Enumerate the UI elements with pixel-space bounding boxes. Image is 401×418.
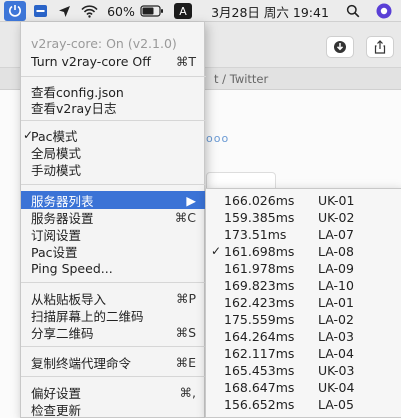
menu-item-manual-mode[interactable]: 手动模式 xyxy=(21,160,206,178)
server-name: UK-01 xyxy=(318,192,355,208)
server-name: LA-04 xyxy=(318,345,354,361)
server-name: UK-02 xyxy=(318,209,355,225)
server-latency: 156.652ms xyxy=(224,396,295,412)
menu-divider xyxy=(21,282,206,283)
battery-percentage: 60% xyxy=(107,3,135,19)
share-qr-shortcut: ⌘S xyxy=(175,324,196,340)
submenu-arrow-icon: ▶ xyxy=(186,192,196,208)
check-update-label: 检查更新 xyxy=(31,402,82,418)
menu-item-view-log[interactable]: 查看v2ray日志 xyxy=(21,98,206,116)
server-item[interactable]: 169.823ms LA-10 xyxy=(206,277,401,293)
manual-mode-label: 手动模式 xyxy=(31,162,82,178)
server-latency: 162.423ms xyxy=(224,294,295,310)
download-button[interactable] xyxy=(326,36,354,58)
server-item[interactable]: 161.978ms LA-09 xyxy=(206,260,401,276)
server-item[interactable]: 159.385ms UK-02 xyxy=(206,209,401,225)
menu-item-copy-proxy[interactable]: 复制终端代理命令 ⌘E xyxy=(21,353,206,371)
server-item[interactable]: 165.453ms UK-03 xyxy=(206,362,401,378)
menu-item-import-clipboard[interactable]: 从粘贴板导入 ⌘P xyxy=(21,289,206,307)
menu-item-status: v2ray-core: On (v2.1.0) xyxy=(21,34,206,52)
page-dots: ooo xyxy=(206,132,230,145)
server-list-submenu: 166.026ms UK-01 159.385ms UK-02 173.51ms… xyxy=(205,188,401,418)
share-icon xyxy=(374,40,386,54)
menu-divider xyxy=(21,76,206,77)
menu-divider xyxy=(21,346,206,347)
server-latency: 166.026ms xyxy=(224,192,295,208)
server-latency: 169.823ms xyxy=(224,277,295,293)
server-name: LA-02 xyxy=(318,311,354,327)
wifi-icon[interactable] xyxy=(78,0,100,22)
server-item-selected[interactable]: ✓ 161.698ms LA-08 xyxy=(206,243,401,259)
share-qr-label: 分享二维码 xyxy=(31,325,94,341)
server-latency: 162.117ms xyxy=(224,345,295,361)
share-button[interactable] xyxy=(366,36,394,58)
menu-divider xyxy=(21,120,206,121)
menu-item-pac-settings[interactable]: Pac设置 xyxy=(21,242,206,260)
v2ray-status-icon[interactable] xyxy=(4,1,26,21)
menu-item-global-mode[interactable]: 全局模式 xyxy=(21,143,206,161)
server-latency: 173.51ms xyxy=(224,226,287,242)
control-center-icon[interactable] xyxy=(372,0,396,22)
menu-item-scan-qr[interactable]: 扫描屏幕上的二维码 xyxy=(21,306,206,324)
server-name: UK-04 xyxy=(318,379,355,395)
location-arrow-icon[interactable] xyxy=(54,0,74,22)
preferences-shortcut: ⌘, xyxy=(179,384,196,400)
server-name: LA-07 xyxy=(318,226,354,242)
menu-item-ping-speed[interactable]: Ping Speed... xyxy=(21,259,206,277)
copy-proxy-label: 复制终端代理命令 xyxy=(31,355,132,371)
status-label: v2ray-core: On (v2.1.0) xyxy=(31,35,177,51)
server-item[interactable]: 168.647ms UK-04 xyxy=(206,379,401,395)
server-latency: 161.698ms xyxy=(224,243,295,259)
menu-item-preferences[interactable]: 偏好设置 ⌘, xyxy=(21,383,206,401)
ping-speed-label: Ping Speed... xyxy=(31,260,113,276)
menu-item-share-qr[interactable]: 分享二维码 ⌘S xyxy=(21,323,206,341)
pac-settings-label: Pac设置 xyxy=(31,244,78,260)
turn-off-shortcut: ⌘T xyxy=(175,53,196,69)
server-item[interactable]: 162.423ms LA-01 xyxy=(206,294,401,310)
import-clipboard-shortcut: ⌘P xyxy=(175,290,196,306)
server-latency: 175.559ms xyxy=(224,311,295,327)
server-item[interactable]: 173.51ms LA-07 xyxy=(206,226,401,242)
menu-divider xyxy=(21,184,206,185)
server-name: LA-01 xyxy=(318,294,354,310)
server-latency: 161.978ms xyxy=(224,260,295,276)
app-window-icon[interactable] xyxy=(30,0,50,22)
turn-off-label: Turn v2ray-core Off xyxy=(31,53,151,69)
server-latency: 159.385ms xyxy=(224,209,295,225)
view-log-label: 查看v2ray日志 xyxy=(31,100,117,116)
server-item[interactable]: 156.652ms LA-05 xyxy=(206,396,401,412)
input-method-indicator[interactable]: A xyxy=(174,3,192,19)
menu-item-check-update[interactable]: 检查更新 xyxy=(21,400,206,418)
menu-divider xyxy=(21,376,206,377)
server-settings-shortcut: ⌘C xyxy=(174,209,196,225)
datetime-clock[interactable]: 3月28日 周六 19:41 xyxy=(203,0,337,22)
server-latency: 165.453ms xyxy=(224,362,295,378)
v2ray-menu: v2ray-core: On (v2.1.0) Turn v2ray-core … xyxy=(20,22,206,418)
server-item[interactable]: 162.117ms LA-04 xyxy=(206,345,401,361)
menu-item-subscription[interactable]: 订阅设置 xyxy=(21,225,206,243)
menu-item-pac-mode[interactable]: ✓ Pac模式 xyxy=(21,126,206,144)
download-icon xyxy=(334,41,346,53)
menu-item-server-list[interactable]: 服务器列表 ▶ xyxy=(21,191,206,209)
menu-item-turn-off[interactable]: Turn v2ray-core Off ⌘T xyxy=(21,52,206,70)
copy-proxy-shortcut: ⌘E xyxy=(175,354,196,370)
server-name: LA-09 xyxy=(318,260,354,276)
server-name: LA-10 xyxy=(318,277,354,293)
search-icon[interactable] xyxy=(342,0,364,22)
server-item[interactable]: 175.559ms LA-02 xyxy=(206,311,401,327)
server-name: LA-05 xyxy=(318,396,354,412)
server-name: LA-03 xyxy=(318,328,354,344)
menu-bar: 60% A 3月28日 周六 19:41 xyxy=(0,0,401,22)
checkmark-icon: ✓ xyxy=(211,244,222,258)
menu-item-server-settings[interactable]: 服务器设置 ⌘C xyxy=(21,208,206,226)
server-latency: 164.264ms xyxy=(224,328,295,344)
server-item[interactable]: 166.026ms UK-01 xyxy=(206,192,401,208)
server-item[interactable]: 164.264ms LA-03 xyxy=(206,328,401,344)
server-name: UK-03 xyxy=(318,362,355,378)
battery-icon[interactable] xyxy=(139,0,165,22)
server-latency: 168.647ms xyxy=(224,379,295,395)
server-name: LA-08 xyxy=(318,243,354,259)
